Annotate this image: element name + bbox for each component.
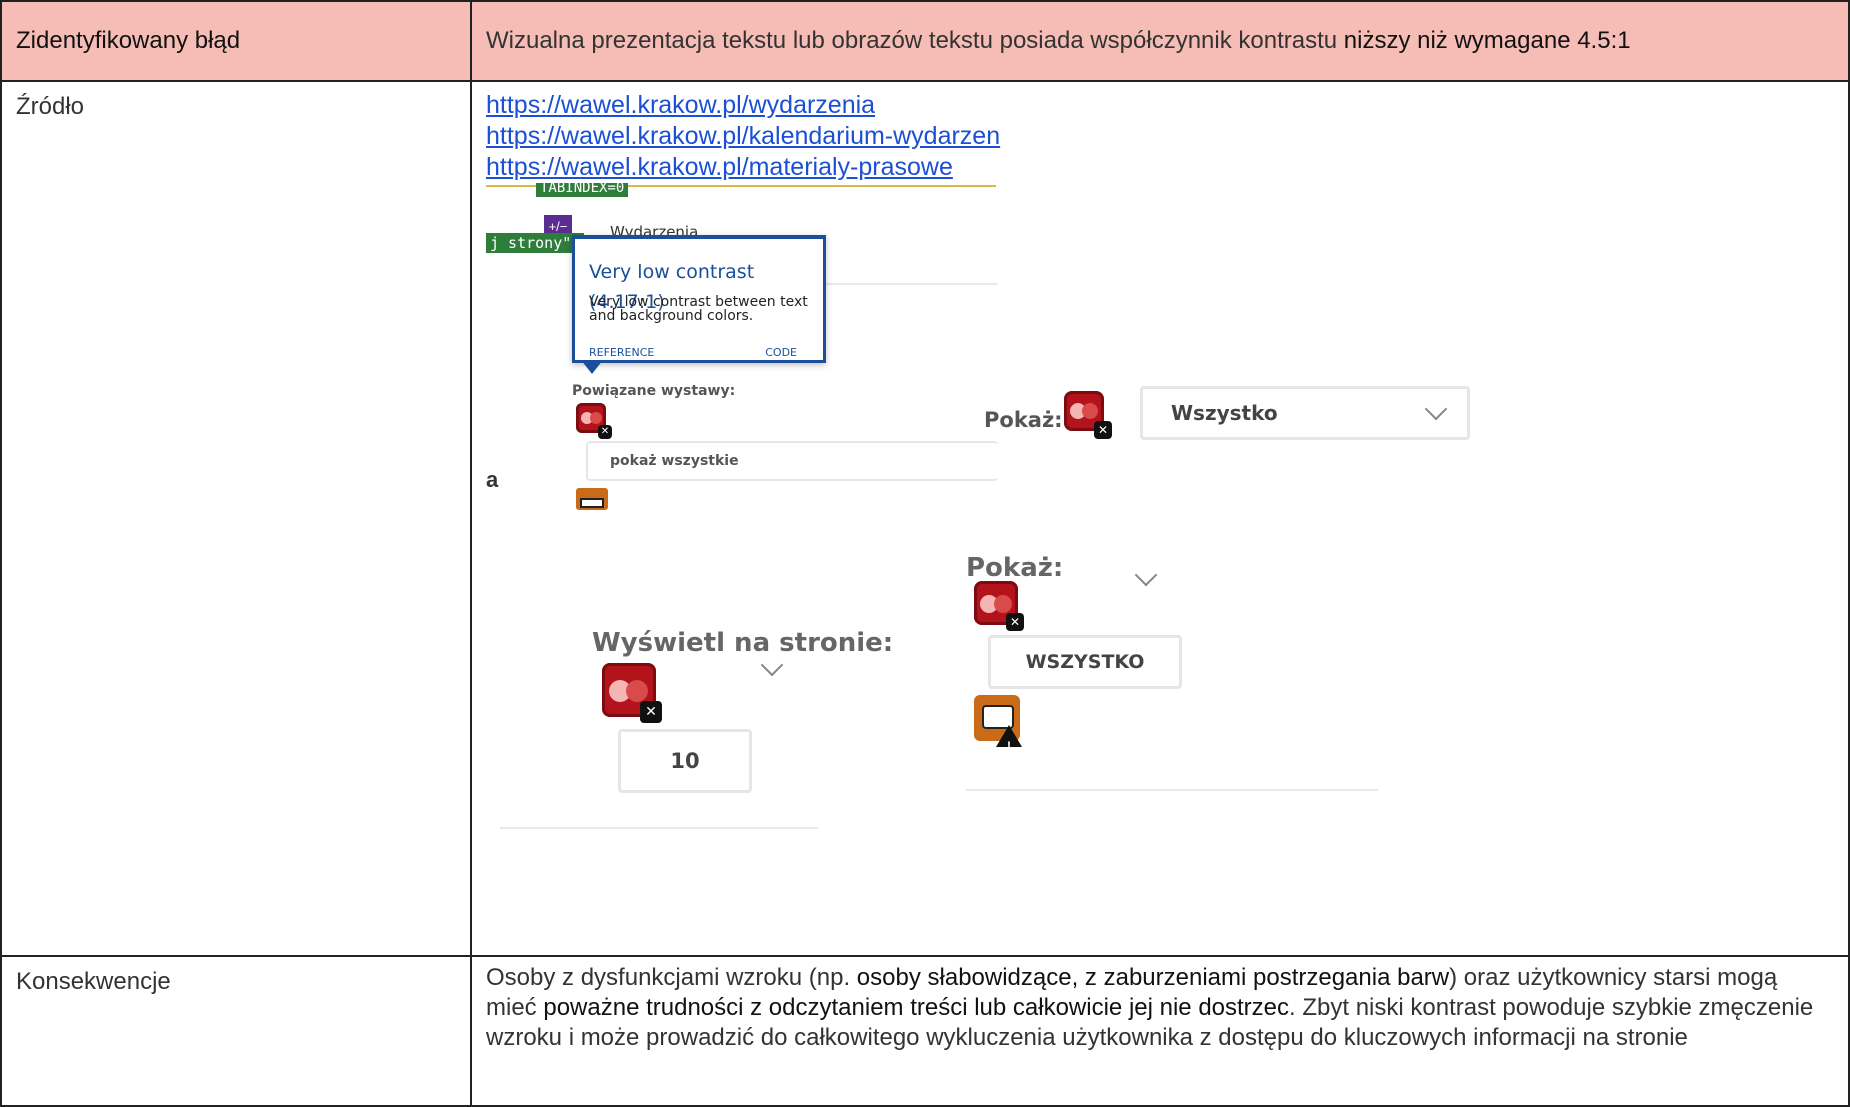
contrast-error-icon: ✕ xyxy=(1064,391,1112,439)
close-icon: ✕ xyxy=(598,425,612,439)
tooltip-code-link[interactable]: CODE xyxy=(765,338,797,368)
tag-alert-icon xyxy=(576,488,608,510)
consequences-row: Konsekwencje Osoby z dysfunkcjami wzroku… xyxy=(0,955,1850,1107)
accessibility-report-table: Zidentyfikowany błąd Wizualna prezentacj… xyxy=(0,0,1850,1107)
tooltip-body: Very low contrast between text and backg… xyxy=(589,294,808,324)
error-threshold: niższy niż wymagane 4.5:1 xyxy=(1343,27,1631,54)
cut-letter: a xyxy=(486,467,499,492)
close-icon: ✕ xyxy=(1094,421,1112,439)
separator-line xyxy=(500,827,818,829)
close-icon: ✕ xyxy=(1006,613,1024,631)
show-label-2: Pokaż: xyxy=(966,553,1064,583)
contrast-error-icon: ✕ xyxy=(576,403,612,439)
display-per-page-label: Wyświetl na stronie: xyxy=(592,628,894,658)
consequences-label: Konsekwencje xyxy=(0,955,472,1107)
related-exhibitions-label: Powiązane wystawy: xyxy=(572,383,736,399)
tag-warning-icon: ! xyxy=(974,695,1022,753)
chevron-down-icon[interactable] xyxy=(1134,563,1158,587)
source-label: Źródło xyxy=(0,80,472,957)
source-cell: https://wawel.krakow.pl/wydarzenia https… xyxy=(470,80,1850,957)
error-text: Wizualna prezentacja tekstu lub obrazów … xyxy=(486,27,1344,54)
items-per-page-select[interactable]: 10 xyxy=(618,729,752,793)
contrast-tooltip: Very low contrast (4.17:1) Very low cont… xyxy=(572,235,826,374)
tabindex-tag: TABINDEX=0 xyxy=(536,183,629,197)
consequences-text: Osoby z dysfunkcjami wzroku (np. osoby s… xyxy=(470,955,1850,1107)
error-label: Zidentyfikowany błąd xyxy=(0,0,472,82)
contrast-error-icon: ✕ xyxy=(974,581,1024,631)
error-description: Wizualna prezentacja tekstu lub obrazów … xyxy=(470,0,1850,82)
show-all-field[interactable]: pokaż wszystkie xyxy=(586,441,998,481)
source-link-kalendarium[interactable]: https://wawel.krakow.pl/kalendarium-wyda… xyxy=(486,121,1834,152)
close-icon: ✕ xyxy=(640,701,662,723)
show-select-1[interactable]: Wszystko xyxy=(1140,386,1470,440)
source-link-materialy[interactable]: https://wawel.krakow.pl/materialy-prasow… xyxy=(486,152,1834,183)
show-label-1: Pokaż: xyxy=(984,408,1063,432)
source-link-wydarzenia[interactable]: https://wawel.krakow.pl/wydarzenia xyxy=(486,90,1834,121)
source-links: https://wawel.krakow.pl/wydarzenia https… xyxy=(486,90,1834,183)
separator-line xyxy=(826,283,998,285)
separator-line xyxy=(966,789,1378,791)
source-row: Źródło https://wawel.krakow.pl/wydarzeni… xyxy=(0,80,1850,957)
evidence-screenshots: TABINDEX=0 +/− Wydarzenia j strony"* Ver… xyxy=(486,183,1850,943)
warning-icon: ! xyxy=(996,725,1022,753)
error-row: Zidentyfikowany błąd Wizualna prezentacj… xyxy=(0,0,1850,82)
show-select-2[interactable]: WSZYSTKO xyxy=(988,635,1182,689)
contrast-error-icon: ✕ xyxy=(602,663,662,723)
tooltip-pointer xyxy=(581,360,603,374)
strony-tag: j strony"* xyxy=(486,233,585,253)
